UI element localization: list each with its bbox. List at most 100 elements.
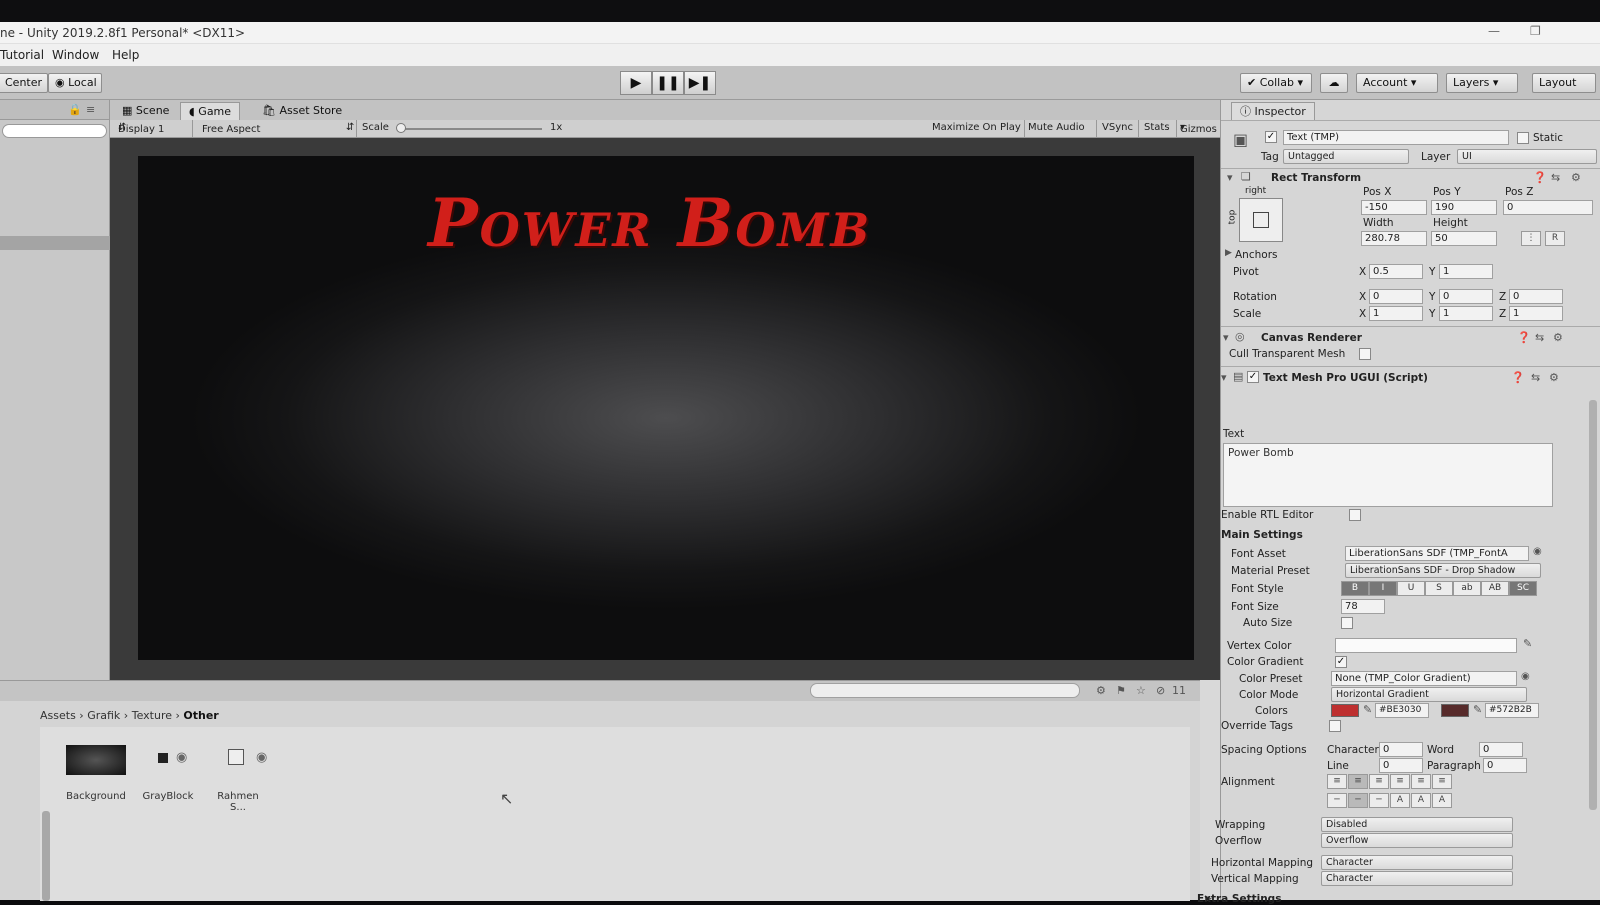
tab-game[interactable]: ◖ Game — [180, 102, 241, 120]
asset-item-rahmen[interactable]: ◉ Rahmen S... — [208, 745, 268, 813]
align-justify-icon[interactable]: ≡ — [1390, 774, 1410, 789]
font-style-bold[interactable]: B — [1341, 581, 1369, 596]
rtl-editor-checkbox[interactable] — [1349, 509, 1361, 521]
auto-size-checkbox[interactable] — [1341, 617, 1353, 629]
scale-y-field[interactable]: 1 — [1439, 306, 1493, 321]
tmp-enabled-checkbox[interactable]: ✓ — [1247, 371, 1259, 383]
align-left-icon[interactable]: ≡ — [1327, 774, 1347, 789]
mute-audio-toggle[interactable]: Mute Audio — [1028, 122, 1085, 133]
character-spacing-field[interactable]: 0 — [1379, 742, 1423, 757]
tab-inspector[interactable]: ⓘ Inspector — [1231, 102, 1315, 120]
paragraph-spacing-field[interactable]: 0 — [1483, 758, 1527, 773]
preset-icon[interactable]: ⇆ — [1535, 331, 1544, 344]
help-icon[interactable]: ❓ — [1533, 171, 1547, 184]
tab-asset-store[interactable]: 🛍 Asset Store — [254, 102, 350, 120]
play-button[interactable]: ▶ — [620, 71, 652, 95]
gradient-color-2-swatch[interactable] — [1441, 704, 1469, 717]
text-input-area[interactable]: Power Bomb — [1223, 443, 1553, 507]
hierarchy-search-input[interactable] — [2, 124, 107, 138]
scale-z-field[interactable]: 1 — [1509, 306, 1563, 321]
menu-window[interactable]: Window — [52, 48, 99, 62]
eyedropper-icon[interactable]: ✎ — [1473, 703, 1482, 716]
tab-scene[interactable]: ▦ Scene — [114, 102, 177, 120]
overflow-dropdown[interactable]: Overflow — [1321, 833, 1513, 848]
sprite-expand-icon[interactable]: ◉ — [176, 750, 187, 765]
collapse-arrow-icon[interactable]: ▾ — [1223, 331, 1229, 344]
font-style-italic[interactable]: I — [1369, 581, 1397, 596]
breadcrumb-grafik[interactable]: Grafik — [87, 709, 120, 722]
font-style-underline[interactable]: U — [1397, 581, 1425, 596]
preset-icon[interactable]: ⇆ — [1531, 371, 1540, 384]
inspector-scrollbar[interactable] — [1589, 400, 1597, 810]
pivot-y-field[interactable]: 1 — [1439, 264, 1493, 279]
expand-arrow-icon[interactable]: ▶ — [1225, 248, 1232, 258]
gear-icon[interactable]: ⚙ — [1571, 171, 1581, 184]
font-style-strike[interactable]: S — [1425, 581, 1453, 596]
align-bottom-icon[interactable]: ─ — [1369, 793, 1389, 808]
object-picker-icon[interactable]: ◉ — [1533, 546, 1542, 557]
blueprint-mode-button[interactable]: ⋮ — [1521, 231, 1541, 246]
label-icon[interactable]: ⚑ — [1116, 684, 1126, 697]
vertex-color-swatch[interactable] — [1335, 638, 1517, 653]
collapse-arrow-icon[interactable]: ▾ — [1221, 371, 1227, 384]
layer-dropdown[interactable]: UI — [1457, 149, 1597, 164]
pos-z-field[interactable]: 0 — [1503, 200, 1593, 215]
pivot-local-button[interactable]: ◉ Local — [48, 73, 102, 93]
object-picker-icon[interactable]: ◉ — [1521, 671, 1530, 682]
project-search-input[interactable] — [810, 683, 1080, 698]
pivot-center-button[interactable]: Center — [0, 73, 48, 93]
menu-help[interactable]: Help — [112, 48, 139, 62]
align-flush-icon[interactable]: ≡ — [1411, 774, 1431, 789]
hierarchy-selected-row[interactable] — [0, 236, 110, 250]
word-spacing-field[interactable]: 0 — [1479, 742, 1523, 757]
pos-y-field[interactable]: 190 — [1431, 200, 1497, 215]
width-field[interactable]: 280.78 — [1361, 231, 1427, 246]
pos-x-field[interactable]: -150 — [1361, 200, 1427, 215]
scale-slider-track[interactable] — [402, 128, 542, 130]
eye-slash-icon[interactable]: ⊘ — [1156, 684, 1165, 697]
static-checkbox[interactable] — [1517, 132, 1529, 144]
font-size-field[interactable]: 78 — [1341, 599, 1385, 614]
cull-transparent-checkbox[interactable] — [1359, 348, 1371, 360]
pivot-x-field[interactable]: 0.5 — [1369, 264, 1423, 279]
color-gradient-checkbox[interactable]: ✓ — [1335, 656, 1347, 668]
project-scrollbar[interactable] — [42, 811, 50, 901]
collapse-arrow-icon[interactable]: ▾ — [1227, 171, 1233, 184]
object-name-field[interactable]: Text (TMP) — [1283, 130, 1509, 145]
anchors-label[interactable]: Anchors — [1235, 249, 1277, 261]
font-style-uppercase[interactable]: AB — [1481, 581, 1509, 596]
game-view[interactable]: Power Bomb — [110, 138, 1220, 680]
align-center-icon[interactable]: ≡ — [1348, 774, 1368, 789]
vertical-mapping-dropdown[interactable]: Character — [1321, 871, 1513, 886]
breadcrumb-assets[interactable]: Assets — [40, 709, 76, 722]
asset-item-background[interactable]: Background — [66, 745, 126, 802]
breadcrumb-other[interactable]: Other — [183, 709, 218, 722]
font-style-lowercase[interactable]: ab — [1453, 581, 1481, 596]
help-icon[interactable]: ❓ — [1511, 371, 1525, 384]
game-canvas[interactable]: Power Bomb — [138, 156, 1194, 660]
preset-icon[interactable]: ⇆ — [1551, 171, 1560, 184]
anchor-presets-button[interactable] — [1239, 198, 1283, 242]
eyedropper-icon[interactable]: ✎ — [1523, 637, 1532, 650]
align-top-icon[interactable]: ─ — [1327, 793, 1347, 808]
height-field[interactable]: 50 — [1431, 231, 1497, 246]
font-asset-field[interactable]: LiberationSans SDF (TMP_FontA — [1345, 546, 1529, 561]
lock-icon[interactable]: 🔒 — [68, 103, 82, 116]
scale-x-field[interactable]: 1 — [1369, 306, 1423, 321]
eyedropper-icon[interactable]: ✎ — [1363, 703, 1372, 716]
pause-button[interactable]: ❚❚ — [652, 71, 684, 95]
align-middle-icon[interactable]: ─ — [1348, 793, 1368, 808]
override-tags-checkbox[interactable] — [1329, 720, 1341, 732]
rotation-x-field[interactable]: 0 — [1369, 289, 1423, 304]
line-spacing-field[interactable]: 0 — [1379, 758, 1423, 773]
align-midline-icon[interactable]: A — [1411, 793, 1431, 808]
tag-dropdown[interactable]: Untagged — [1283, 149, 1409, 164]
help-icon[interactable]: ❓ — [1517, 331, 1531, 344]
gradient-color-1-hex[interactable]: #BE3030 — [1375, 703, 1429, 718]
restore-icon[interactable]: ❐ — [1530, 24, 1541, 38]
material-preset-dropdown[interactable]: LiberationSans SDF - Drop Shadow — [1345, 563, 1541, 578]
color-preset-field[interactable]: None (TMP_Color Gradient) — [1331, 671, 1517, 686]
collab-button[interactable]: ✔ Collab ▾ — [1240, 73, 1312, 93]
gizmos-dropdown[interactable]: Gizmos ▾ — [1180, 122, 1217, 135]
color-mode-dropdown[interactable]: Horizontal Gradient — [1331, 687, 1527, 702]
